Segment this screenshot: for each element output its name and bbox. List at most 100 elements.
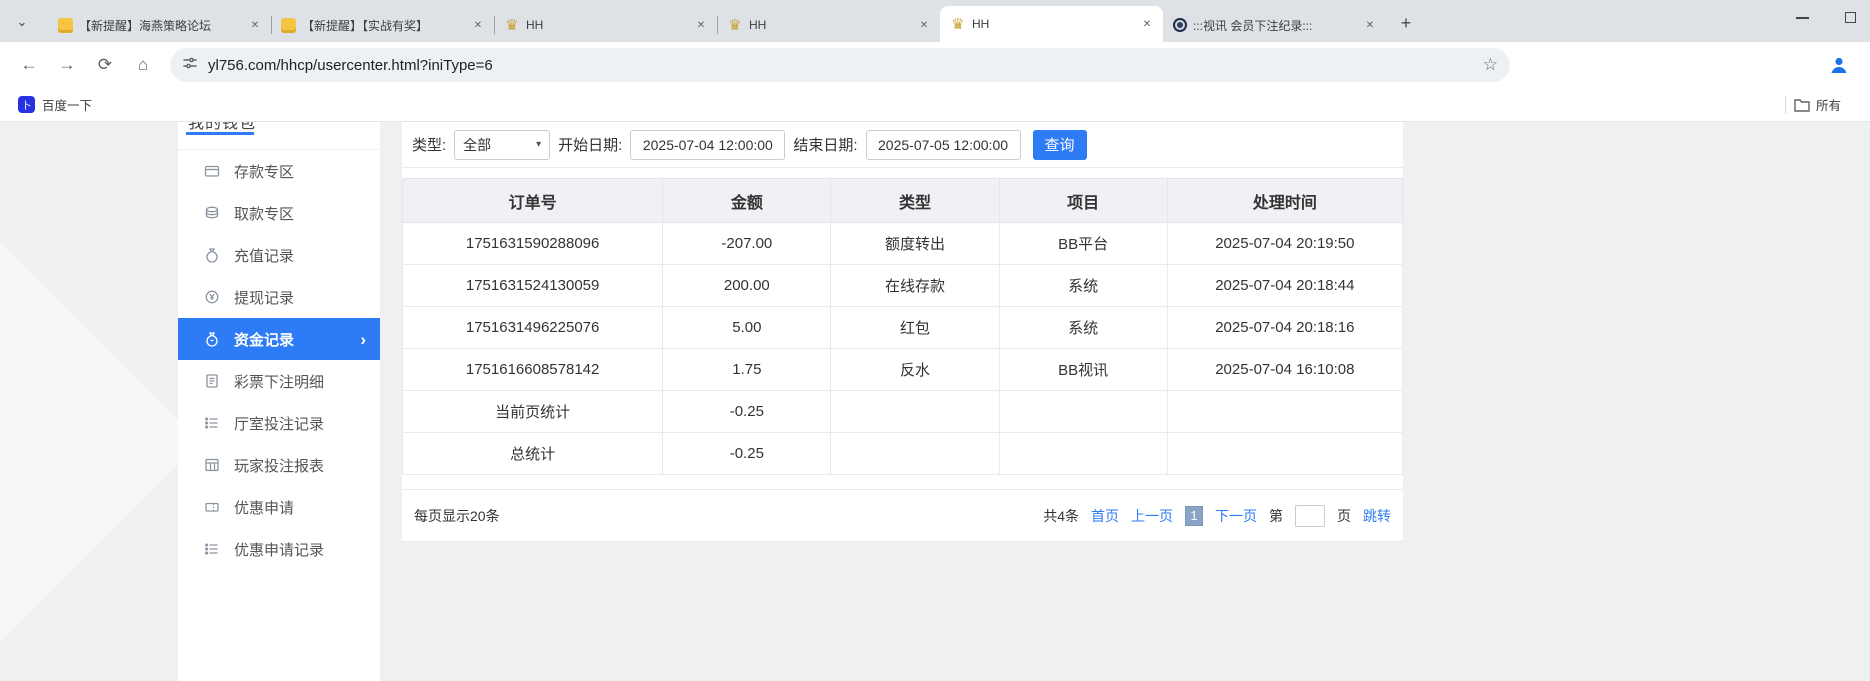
sidebar-item-label: 优惠申请记录 — [234, 539, 324, 560]
chevron-down-icon: ⌄ — [17, 14, 28, 30]
sidebar-item-label: 优惠申请 — [234, 497, 294, 518]
new-tab-button[interactable]: + — [1392, 9, 1420, 37]
next-page-link[interactable]: 下一页 — [1215, 506, 1257, 526]
address-bar[interactable]: yl756.com/hhcp/usercenter.html?iniType=6… — [170, 48, 1510, 82]
browser-tab[interactable]: ♛ HH ✕ — [494, 8, 717, 42]
sidebar-item-label: 提现记录 — [234, 287, 294, 308]
start-date-label: 开始日期: — [558, 134, 622, 155]
maximize-button[interactable] — [1845, 12, 1856, 23]
tab-close-icon[interactable]: ✕ — [1362, 17, 1378, 33]
palm-favicon: ♛ — [950, 16, 966, 32]
palm-favicon: ♛ — [504, 17, 520, 33]
window-controls — [1796, 12, 1856, 23]
sidebar-item-withdraw-records[interactable]: 提现记录 — [178, 276, 380, 318]
tab-close-icon[interactable]: ✕ — [916, 17, 932, 33]
cell-label: 总统计 — [403, 433, 663, 475]
bookmark-star-icon[interactable]: ☆ — [1483, 55, 1498, 75]
tab-close-icon[interactable]: ✕ — [693, 17, 709, 33]
back-button[interactable]: ← — [14, 50, 44, 80]
cell-empty — [831, 391, 999, 433]
tab-strip: ⌄ 【新提醒】海燕策略论坛 ✕ 【新提醒】【实战有奖】 ✕ ♛ HH ✕ ♛ H… — [0, 0, 1870, 42]
sidebar-header: 我的钱包 — [178, 122, 380, 150]
yuan-coin-icon — [204, 289, 220, 305]
table-row: 1751616608578142 1.75 反水 BB视讯 2025-07-04… — [403, 349, 1403, 391]
sidebar-item-hall-bet-records[interactable]: 厅室投注记录 — [178, 402, 380, 444]
list-icon — [204, 541, 220, 557]
sidebar-item-lottery-bet-details[interactable]: 彩票下注明细 — [178, 360, 380, 402]
profile-avatar[interactable] — [1824, 50, 1854, 80]
sidebar-item-recharge-records[interactable]: 充值记录 — [178, 234, 380, 276]
browser-tab[interactable]: 【新提醒】【实战有奖】 ✕ — [271, 8, 494, 42]
cell-order-no: 1751616608578142 — [403, 349, 663, 391]
funds-icon — [204, 331, 220, 347]
forum-favicon — [58, 18, 73, 33]
end-date-input[interactable] — [866, 130, 1021, 160]
palm-favicon: ♛ — [727, 17, 743, 33]
bookmark-baidu[interactable]: 卜 百度一下 — [10, 92, 100, 117]
jump-label-post: 页 — [1337, 506, 1351, 526]
site-info-icon[interactable] — [182, 55, 198, 76]
report-grid-icon — [204, 457, 220, 473]
end-date-label: 结束日期: — [793, 134, 857, 155]
forward-button[interactable]: → — [52, 50, 82, 80]
ticket-icon — [204, 499, 220, 515]
funds-records-table: 订单号 金额 类型 项目 处理时间 1751631590288096 -207.… — [402, 178, 1403, 475]
type-select[interactable]: 全部 ▾ — [454, 130, 550, 160]
sidebar-item-funds-records[interactable]: 资金记录 › — [178, 318, 380, 360]
person-icon — [1828, 54, 1850, 76]
browser-tab-active[interactable]: ♛ HH ✕ — [940, 6, 1163, 42]
sidebar-item-withdraw-zone[interactable]: 取款专区 — [178, 192, 380, 234]
browser-tab[interactable]: :::视讯 会员下注纪录::: ✕ — [1163, 8, 1386, 42]
reload-button[interactable]: ⟳ — [90, 50, 120, 80]
cell-project: 系统 — [999, 265, 1167, 307]
tabs-container: 【新提醒】海燕策略论坛 ✕ 【新提醒】【实战有奖】 ✕ ♛ HH ✕ ♛ HH … — [48, 0, 1386, 42]
home-button[interactable]: ⌂ — [128, 50, 158, 80]
document-icon — [204, 373, 220, 389]
forum-favicon — [281, 18, 296, 33]
sidebar-item-label: 彩票下注明细 — [234, 371, 324, 392]
all-bookmarks-button[interactable]: 所有 — [1794, 95, 1860, 114]
prev-page-link[interactable]: 上一页 — [1131, 506, 1173, 526]
sidebar-item-deposit-zone[interactable]: 存款专区 — [178, 150, 380, 192]
browser-tab[interactable]: 【新提醒】海燕策略论坛 ✕ — [48, 8, 271, 42]
page-size-text: 每页显示20条 — [414, 506, 500, 526]
tab-close-icon[interactable]: ✕ — [470, 17, 486, 33]
sidebar-item-promo-apply-records[interactable]: 优惠申请记录 — [178, 528, 380, 570]
col-header-type: 类型 — [831, 179, 999, 223]
cell-type: 红包 — [831, 307, 999, 349]
first-page-link[interactable]: 首页 — [1091, 506, 1119, 526]
total-count-text: 共4条 — [1043, 506, 1079, 526]
cell-project: BB视讯 — [999, 349, 1167, 391]
sidebar-item-player-bet-report[interactable]: 玩家投注报表 — [178, 444, 380, 486]
cell-time: 2025-07-04 20:18:44 — [1167, 265, 1402, 307]
search-button[interactable]: 查询 — [1033, 130, 1087, 160]
table-header-row: 订单号 金额 类型 项目 处理时间 — [403, 179, 1403, 223]
tab-close-icon[interactable]: ✕ — [247, 17, 263, 33]
pagination-controls: 共4条 首页 上一页 1 下一页 第 页 跳转 — [1043, 505, 1391, 527]
tab-title: HH — [526, 18, 687, 32]
table-row: 1751631590288096 -207.00 额度转出 BB平台 2025-… — [403, 223, 1403, 265]
minimize-button[interactable] — [1796, 17, 1809, 19]
current-page-indicator: 1 — [1185, 506, 1203, 526]
browser-tab[interactable]: ♛ HH ✕ — [717, 8, 940, 42]
tab-close-icon[interactable]: ✕ — [1139, 16, 1155, 32]
active-tab-underline — [186, 132, 254, 135]
sidebar-item-label: 资金记录 — [234, 329, 294, 350]
background-watermark — [0, 237, 200, 647]
sidebar: 我的钱包 存款专区 取款专区 充值记录 提现记录 资金记录 — [178, 122, 380, 681]
jump-label-pre: 第 — [1269, 506, 1283, 526]
start-date-input[interactable] — [630, 130, 785, 160]
cell-time: 2025-07-04 20:19:50 — [1167, 223, 1402, 265]
tab-title: HH — [749, 18, 910, 32]
tab-search-button[interactable]: ⌄ — [10, 10, 34, 34]
page-jump-input[interactable] — [1295, 505, 1325, 527]
card-icon — [204, 163, 220, 179]
col-header-amount: 金额 — [663, 179, 831, 223]
cell-amount: 200.00 — [663, 265, 831, 307]
jump-button[interactable]: 跳转 — [1363, 506, 1391, 526]
table-row: 1751631496225076 5.00 红包 系统 2025-07-04 2… — [403, 307, 1403, 349]
bookmarks-bar: 卜 百度一下 所有 — [0, 88, 1870, 122]
cell-type: 额度转出 — [831, 223, 999, 265]
sidebar-item-promo-apply[interactable]: 优惠申请 — [178, 486, 380, 528]
cell-empty — [999, 391, 1167, 433]
